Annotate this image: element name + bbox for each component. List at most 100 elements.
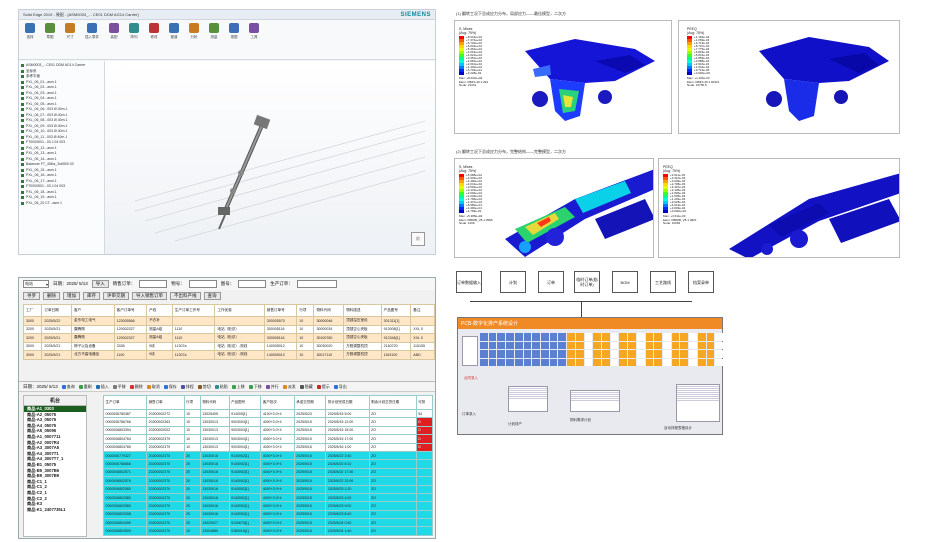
action-button-2[interactable]: 增加	[63, 292, 80, 300]
column-header[interactable]: 产品图号	[380, 304, 412, 317]
toolbar-0-button[interactable]: 查询	[61, 384, 75, 390]
grid-column-header[interactable]: 销售订单	[146, 395, 185, 410]
grid-row[interactable]: 0000006803308 20200002370 20 13030016 914005…	[103, 509, 433, 520]
grid-row[interactable]: 0000006786866 20200002370 20 13030016 914005…	[103, 459, 433, 469]
checkbox-icon[interactable]	[21, 119, 24, 123]
factory-select[interactable]: 电站 ▾	[23, 280, 49, 288]
grid-column-header[interactable]: 物料代码	[199, 395, 230, 410]
tree-item[interactable]: PXL_06_20 CT...asm.1	[21, 201, 102, 207]
3d-viewport[interactable]: 前	[105, 61, 435, 254]
checkbox-icon[interactable]	[21, 163, 24, 167]
checkbox-icon[interactable]	[21, 196, 24, 200]
grid-row[interactable]: 0000006802571 20200002370 20 13030016 914005…	[103, 467, 433, 478]
toolbar-8-button[interactable]: 剪切	[197, 384, 211, 390]
toolbar-16-button[interactable]: 导出	[333, 384, 347, 390]
checkbox-icon[interactable]	[21, 174, 24, 178]
grid-column-header[interactable]: 可排	[415, 395, 433, 410]
grid-row[interactable]: 0000006804784 20200002379 10 13030013 900300…	[103, 434, 433, 444]
column-header[interactable]: 客户订单号	[113, 304, 148, 317]
column-header[interactable]: 备注	[410, 304, 435, 317]
checkbox-icon[interactable]	[21, 141, 24, 145]
grid-row[interactable]: 0000006780387 20200002272 10 13025405 914005…	[103, 408, 433, 419]
toolbar-9-button[interactable]: 粘贴	[214, 384, 228, 390]
action-button-7[interactable]: 查询	[203, 292, 221, 300]
column-header[interactable]: 行项	[296, 304, 315, 317]
checkbox-icon[interactable]	[21, 179, 24, 183]
column-header[interactable]: 生产订单工作号	[171, 304, 216, 317]
action-button-1[interactable]: 删除	[43, 292, 60, 300]
table-row[interactable]: 3200 2025/5/21 康腾刚 120002327 测量A组 1110 电站（柜总） 3…	[22, 333, 435, 343]
grid-row[interactable]: 0000006786766 20200002363 10 13030013 900300…	[103, 417, 433, 427]
checkbox-icon[interactable]	[21, 201, 24, 205]
toolbar-2-button[interactable]: 插入	[95, 384, 109, 390]
table-row[interactable]: 3000 2025/5/21 北方不高电器品 1100 9线 11307a 电站（柜总）-测…	[22, 350, 435, 360]
machine-item[interactable]: 商品-K1_2407735L1	[24, 507, 86, 513]
checkbox-icon[interactable]	[21, 80, 24, 84]
ribbon-2-button[interactable]: 尺寸	[65, 23, 75, 56]
column-header[interactable]: 物料代码	[313, 304, 345, 317]
table-row[interactable]: 3000 2025/5/22 金东电工电气 123005566 不去补 300005570…	[22, 316, 435, 326]
material-input[interactable]	[188, 280, 217, 288]
ribbon-11-button[interactable]: 工具	[249, 23, 259, 56]
toolbar-4-button[interactable]: 删除	[129, 384, 143, 390]
grid-row[interactable]: 0000006802580 20200002370 20 13030016 914005…	[103, 484, 433, 494]
grid-row[interactable]: 0000006804499 20200002370 20 13020027 913067…	[103, 518, 433, 528]
checkbox-icon[interactable]	[21, 168, 24, 172]
ribbon-8-button[interactable]: 分析	[189, 23, 199, 56]
action-button-6[interactable]: 不出料产线	[170, 292, 201, 300]
grid-column-header[interactable]: 承诺交货期	[293, 395, 327, 410]
grid-row[interactable]: 0000006802580 20200002370 20 13030016 914005…	[103, 501, 433, 511]
grid-row[interactable]: 0000006779327 20200002370 20 13030016 914005…	[103, 450, 433, 461]
assembly-tree[interactable]: ASM0003_...CE01 DDM AG14 Carrier 坐标系 参考平面 P…	[19, 61, 105, 254]
ribbon-3-button[interactable]: 插入零件	[85, 23, 99, 56]
toolbar-10-button[interactable]: 上移	[231, 384, 245, 390]
checkbox-icon[interactable]	[21, 91, 24, 95]
ribbon-6-button[interactable]: 修改	[149, 23, 159, 56]
grid-column-header[interactable]: 排计划完成日期	[325, 395, 370, 410]
toolbar-13-button[interactable]: 派发	[282, 384, 296, 390]
drawing-input[interactable]	[238, 280, 267, 288]
column-header[interactable]: 订单日期	[41, 304, 73, 317]
ribbon-5-button[interactable]: 阵列	[129, 23, 139, 56]
ribbon-1-button[interactable]: 草图	[45, 23, 55, 56]
action-button-0[interactable]: 寻罗	[23, 292, 40, 300]
schedule-date-filter[interactable]: 日期：2025/ 5/13	[23, 384, 58, 390]
checkbox-icon[interactable]	[21, 190, 24, 194]
checkbox-icon[interactable]	[21, 64, 24, 68]
checkbox-icon[interactable]	[21, 113, 24, 117]
toolbar-12-button[interactable]: 并行	[265, 384, 279, 390]
view-cube[interactable]: 前	[411, 232, 425, 246]
checkbox-icon[interactable]	[21, 135, 24, 139]
toolbar-1-button[interactable]: 重刷	[78, 384, 92, 390]
prod-order-input[interactable]	[296, 280, 337, 288]
column-header[interactable]: 产线	[146, 304, 173, 317]
import-button[interactable]: 导入	[91, 280, 109, 288]
toolbar-14-button[interactable]: 隐藏	[299, 384, 313, 390]
checkbox-icon[interactable]	[21, 108, 24, 112]
column-header[interactable]: 物料描述	[343, 304, 382, 317]
checkbox-icon[interactable]	[21, 146, 24, 150]
action-button-4[interactable]: 评审交期	[103, 292, 129, 300]
ribbon-10-button[interactable]: 视图	[229, 23, 239, 56]
toolbar-5-button[interactable]: 取消	[146, 384, 160, 390]
action-button-3[interactable]: 库存	[83, 292, 100, 300]
checkbox-icon[interactable]	[21, 185, 24, 189]
ribbon-9-button[interactable]: 测量	[209, 23, 219, 56]
toolbar-11-button[interactable]: 下移	[248, 384, 262, 390]
toolbar-7-button[interactable]: 排程	[180, 384, 194, 390]
checkbox-icon[interactable]	[21, 97, 24, 101]
checkbox-icon[interactable]	[21, 130, 24, 134]
grid-row[interactable]: 0000006804509 20200002370 10 13004880 918001…	[103, 526, 433, 536]
ribbon-7-button[interactable]: 管道	[169, 23, 179, 56]
grid-column-header[interactable]: 生产订单	[103, 395, 148, 410]
ribbon-0-button[interactable]: 选择	[25, 23, 35, 56]
date-filter[interactable]: 日期：2025/ 5/13	[53, 281, 88, 287]
toolbar-15-button[interactable]: 提示	[316, 384, 330, 390]
action-button-5[interactable]: 导入销售订单	[132, 292, 167, 300]
grid-column-header[interactable]: 行项	[183, 395, 201, 410]
checkbox-icon[interactable]	[21, 152, 24, 156]
checkbox-icon[interactable]	[21, 157, 24, 161]
grid-column-header[interactable]: 客户批次	[260, 395, 295, 410]
column-header[interactable]: 工作优惠	[214, 304, 265, 317]
toolbar-3-button[interactable]: 平移	[112, 384, 126, 390]
